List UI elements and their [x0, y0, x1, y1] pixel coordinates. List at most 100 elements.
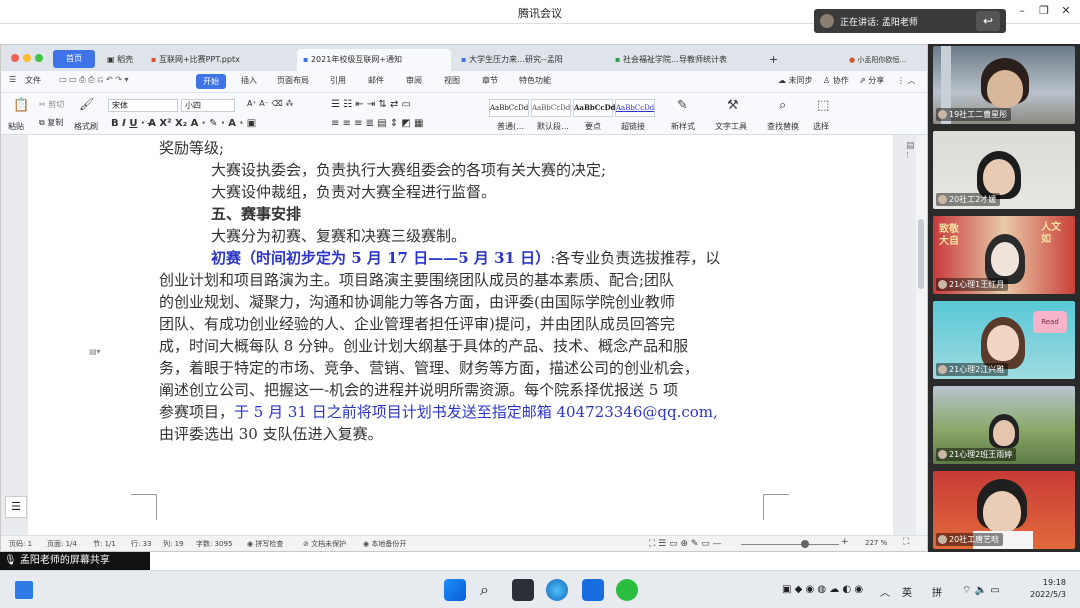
tab-home[interactable]: 首页 [53, 50, 95, 68]
copy-label: 复制 [47, 118, 64, 127]
ime-en[interactable]: 英 [902, 584, 912, 599]
menu-start[interactable]: 开始 [196, 74, 226, 89]
style-hyperlink[interactable]: AaBbCcDd [615, 99, 655, 117]
search-icon[interactable]: ⌕ [480, 580, 489, 600]
participant-tile[interactable]: 致敬大自 人文如 21心理1王红月 [933, 216, 1075, 294]
zoom-slider-thumb[interactable] [801, 540, 809, 548]
paste-icon[interactable]: 📋 [13, 98, 29, 113]
paste-label[interactable]: 粘贴 [8, 121, 24, 132]
zoom-level[interactable]: 227 % [865, 539, 887, 547]
status-words[interactable]: 字数: 3095 [196, 539, 232, 549]
select-icon[interactable]: ⬚ [817, 98, 829, 113]
tab-doc2[interactable]: ▪ 大学生压力来…研究--孟阳 [455, 49, 605, 71]
maximize-icon[interactable]: ❐ [1034, 4, 1054, 17]
status-section[interactable]: 节: 1/1 [93, 539, 116, 549]
status-page-no[interactable]: 页码: 1 [9, 539, 32, 549]
menu-features[interactable]: 特色功能 [519, 75, 551, 86]
new-style-icon[interactable]: ✎ [677, 98, 688, 113]
sync-status[interactable]: ☁ 未同步 [778, 75, 813, 86]
tab-active-doc[interactable]: ▪ 2021年校级互联网+通知 [297, 49, 451, 71]
start-menu-icon[interactable] [444, 579, 466, 601]
doc-protect-button[interactable]: ⊘ 文档未保护 [303, 539, 346, 549]
participant-face [983, 159, 1015, 195]
spellcheck-button[interactable]: ◉ 拼写检查 [247, 539, 283, 549]
fit-icon[interactable]: ⛶ [903, 537, 909, 547]
status-pages[interactable]: 页面: 1/4 [47, 539, 77, 549]
paragraph-icons-bottom[interactable]: ≡ ≡ ≡ ≣ ▤ ⇕ ◩ ▦ [331, 118, 424, 129]
tencent-meeting-icon[interactable] [582, 579, 604, 601]
menu-insert[interactable]: 插入 [241, 75, 257, 86]
style-default-para[interactable]: AaBbCcDd [531, 99, 571, 117]
cut-button[interactable]: ✂ 剪切 [39, 99, 64, 110]
hamburger-icon[interactable]: ☰ [9, 75, 16, 84]
paragraph-icons-top[interactable]: ☰ ☷ ⇤ ⇥ ⇅ ⇄ ▭ [331, 99, 411, 110]
vertical-scrollbar[interactable] [916, 135, 927, 537]
format-painter-icon[interactable]: 🖌 [79, 97, 94, 111]
select-label[interactable]: 选择 [813, 121, 829, 132]
tab-label: 大学生压力来…研究--孟阳 [468, 55, 563, 64]
menu-mail[interactable]: 邮件 [368, 75, 384, 86]
close-icon[interactable]: ✕ [1056, 4, 1076, 17]
menu-reference[interactable]: 引用 [330, 75, 346, 86]
tab-ppt[interactable]: ▪ 互联网+比赛PPT.pptx [145, 49, 293, 71]
tab-sheet[interactable]: ▪ 社会福祉学院…导教师统计表 [609, 49, 759, 71]
more-icon[interactable]: ⋮ ︿ [897, 75, 916, 86]
minimize-icon[interactable]: – [1012, 4, 1032, 17]
text-tools-icon[interactable]: ⚒ [727, 98, 739, 113]
view-mode-icons[interactable]: ⛶ ☰ ▭ ⊕ ✎ ▭ — [649, 539, 722, 549]
network-icon[interactable]: ⌔ 🔈 ▭ [962, 584, 1000, 597]
task-view-icon[interactable] [512, 579, 534, 601]
ime-pin[interactable]: 拼 [932, 584, 942, 599]
text-format-icons[interactable]: B I U · A̶ X² X₂ A · ✎ · A · ▣ [111, 118, 256, 129]
speaking-indicator[interactable]: 正在讲话: 孟阳老师 ↩ [814, 9, 1006, 33]
wechat-icon[interactable] [616, 579, 638, 601]
tab-daoke[interactable]: ▣ 稻壳 [101, 49, 145, 71]
speaking-label: 正在讲话: 孟阳老师 [840, 17, 918, 28]
menu-layout[interactable]: 页面布局 [277, 75, 309, 86]
quick-access-icons[interactable]: ▭ ▭ ⎙ ⎙ ⎌ ↶ ↷ ▾ [59, 75, 129, 85]
style-key-point[interactable]: AaBbCcDd [573, 99, 616, 117]
menu-chapter[interactable]: 章节 [482, 75, 498, 86]
participant-tile[interactable]: 19社工二曹星彤 [933, 46, 1075, 124]
search-icon[interactable]: ⌕ [779, 98, 786, 113]
share-button[interactable]: ⇗ 分享 [859, 75, 884, 86]
scrollbar-thumb[interactable] [918, 219, 924, 289]
participant-tile[interactable]: 20社工2才媛 [933, 131, 1075, 209]
user-account[interactable]: ● 小孟阳你欧恒… [843, 49, 927, 71]
return-icon[interactable]: ↩ [976, 11, 1000, 31]
edge-icon[interactable] [546, 579, 568, 601]
participant-tile[interactable]: Read 21心理2江兴雅 [933, 301, 1075, 379]
tray-app-icons[interactable]: ▣ ◆ ◉ ◍ ☁ ◐ ◉ [782, 584, 863, 595]
page-corner-mark [131, 494, 157, 520]
collab-button[interactable]: ♙ 协作 [823, 75, 849, 86]
zoom-slider[interactable] [741, 544, 839, 545]
menu-view[interactable]: 视图 [444, 75, 460, 86]
document-text[interactable]: 奖励等级; 大赛设执委会，负责执行大赛组委会的各项有关大赛的决定; 大赛设仲裁组… [159, 137, 764, 445]
menu-file[interactable]: 文件 [25, 75, 41, 86]
new-style-label[interactable]: 新样式 [671, 121, 695, 132]
share-label: 分享 [868, 76, 885, 85]
format-painter-label[interactable]: 格式刷 [74, 121, 98, 132]
zoom-dot-icon[interactable] [35, 54, 43, 62]
outline-icon[interactable]: ☰ [5, 496, 27, 518]
font-size-select[interactable]: 小四 [181, 99, 235, 112]
style-normal[interactable]: AaBbCcDd [489, 99, 529, 117]
side-tools-icon[interactable]: ▤ ⁝ [906, 141, 915, 161]
font-grow-shrink-icons[interactable]: A⁺ A⁻ ⌫ ⁂ [247, 99, 293, 108]
close-dot-icon[interactable] [11, 54, 19, 62]
backup-button[interactable]: ◉ 本地备份开 [363, 539, 406, 549]
font-family-select[interactable]: 宋体 [108, 99, 178, 112]
new-tab-button[interactable]: + [763, 49, 784, 71]
minimize-dot-icon[interactable] [23, 54, 31, 62]
para-handle-icon[interactable]: ▤▾ [89, 347, 101, 356]
participant-tile[interactable]: 20社工唐艺晗 [933, 471, 1075, 549]
copy-button[interactable]: ⧉ 复制 [39, 117, 63, 128]
desktop-app-icon[interactable] [15, 581, 33, 599]
text-tools-label[interactable]: 文字工具 [715, 121, 747, 132]
clock[interactable]: 19:18 2022/5/3 [1030, 577, 1066, 601]
participant-tile[interactable]: 21心理2班王雨婷 [933, 386, 1075, 464]
zoom-in-icon[interactable]: + [841, 537, 849, 547]
menu-review[interactable]: 审阅 [406, 75, 422, 86]
find-replace-label[interactable]: 查找替换 [767, 121, 799, 132]
tray-chevron-icon[interactable]: ︿ [880, 584, 890, 599]
